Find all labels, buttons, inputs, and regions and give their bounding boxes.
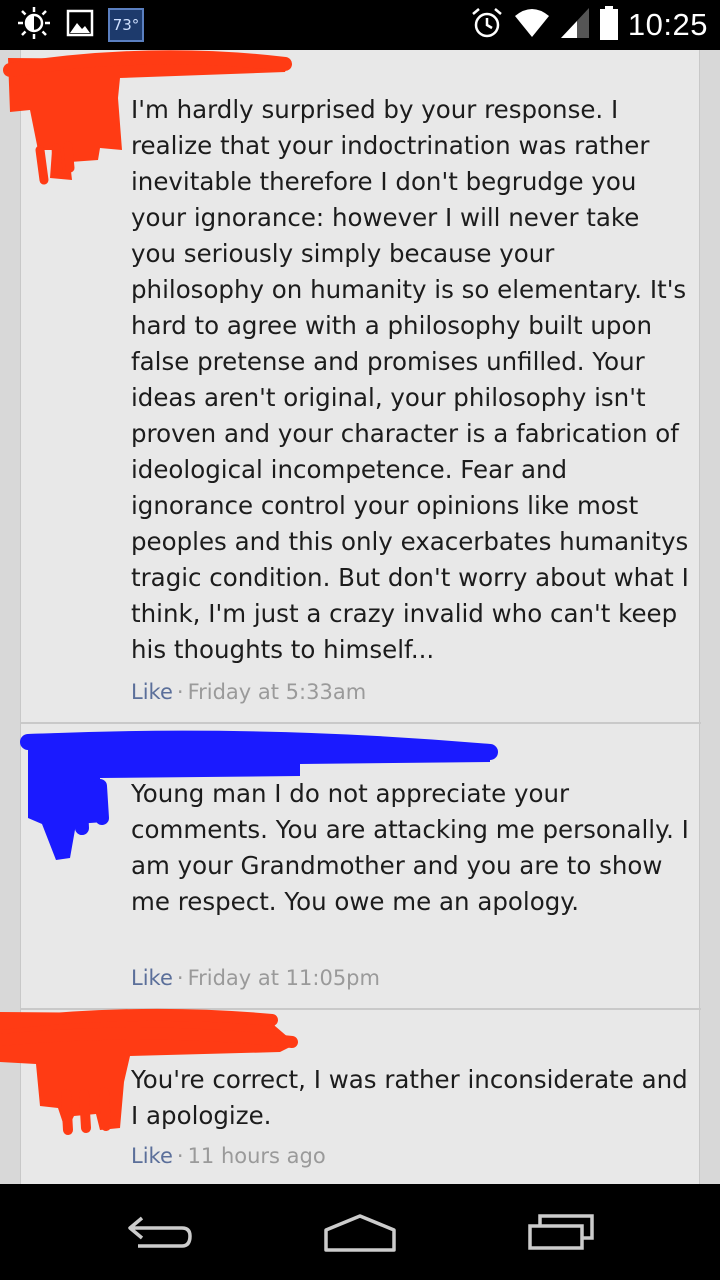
back-arrow-icon bbox=[128, 1216, 192, 1248]
meta-separator: · bbox=[176, 966, 184, 990]
comment-timestamp: Friday at 11:05pm bbox=[187, 966, 380, 990]
recent-apps-button[interactable] bbox=[512, 1204, 612, 1260]
comment-feed[interactable]: I'm hardly surprised by your response. I… bbox=[0, 50, 720, 1184]
comment-timestamp: 11 hours ago bbox=[187, 1144, 326, 1168]
comment-meta: Like · 11 hours ago bbox=[131, 1144, 326, 1168]
status-bar: 73° 10:25 bbox=[0, 0, 720, 50]
image-icon bbox=[66, 9, 94, 41]
like-link[interactable]: Like bbox=[131, 966, 173, 990]
back-button[interactable] bbox=[110, 1204, 210, 1260]
home-icon bbox=[324, 1214, 396, 1252]
like-link[interactable]: Like bbox=[131, 1144, 173, 1168]
clock: 10:25 bbox=[627, 7, 708, 42]
redaction-scribble-2 bbox=[20, 730, 498, 860]
signal-icon bbox=[560, 7, 590, 43]
navigation-bar bbox=[0, 1184, 720, 1280]
comment-meta: Like · Friday at 11:05pm bbox=[131, 966, 380, 990]
brightness-icon bbox=[16, 6, 52, 44]
alarm-icon bbox=[470, 6, 504, 44]
redaction-scribble-1 bbox=[3, 50, 292, 185]
redaction-scribble-3 bbox=[0, 1008, 298, 1135]
meta-separator: · bbox=[176, 1144, 184, 1168]
like-link[interactable]: Like bbox=[131, 680, 173, 704]
meta-separator: · bbox=[176, 680, 184, 704]
comment-meta: Like · Friday at 5:33am bbox=[131, 680, 366, 704]
home-button[interactable] bbox=[310, 1204, 410, 1260]
battery-icon bbox=[599, 6, 618, 44]
status-bar-right: 10:25 bbox=[470, 6, 708, 44]
status-bar-left: 73° bbox=[16, 6, 144, 44]
comment-timestamp: Friday at 5:33am bbox=[187, 680, 367, 704]
weather-badge: 73° bbox=[108, 8, 144, 42]
wifi-icon bbox=[514, 8, 550, 42]
recent-apps-icon bbox=[528, 1214, 594, 1250]
